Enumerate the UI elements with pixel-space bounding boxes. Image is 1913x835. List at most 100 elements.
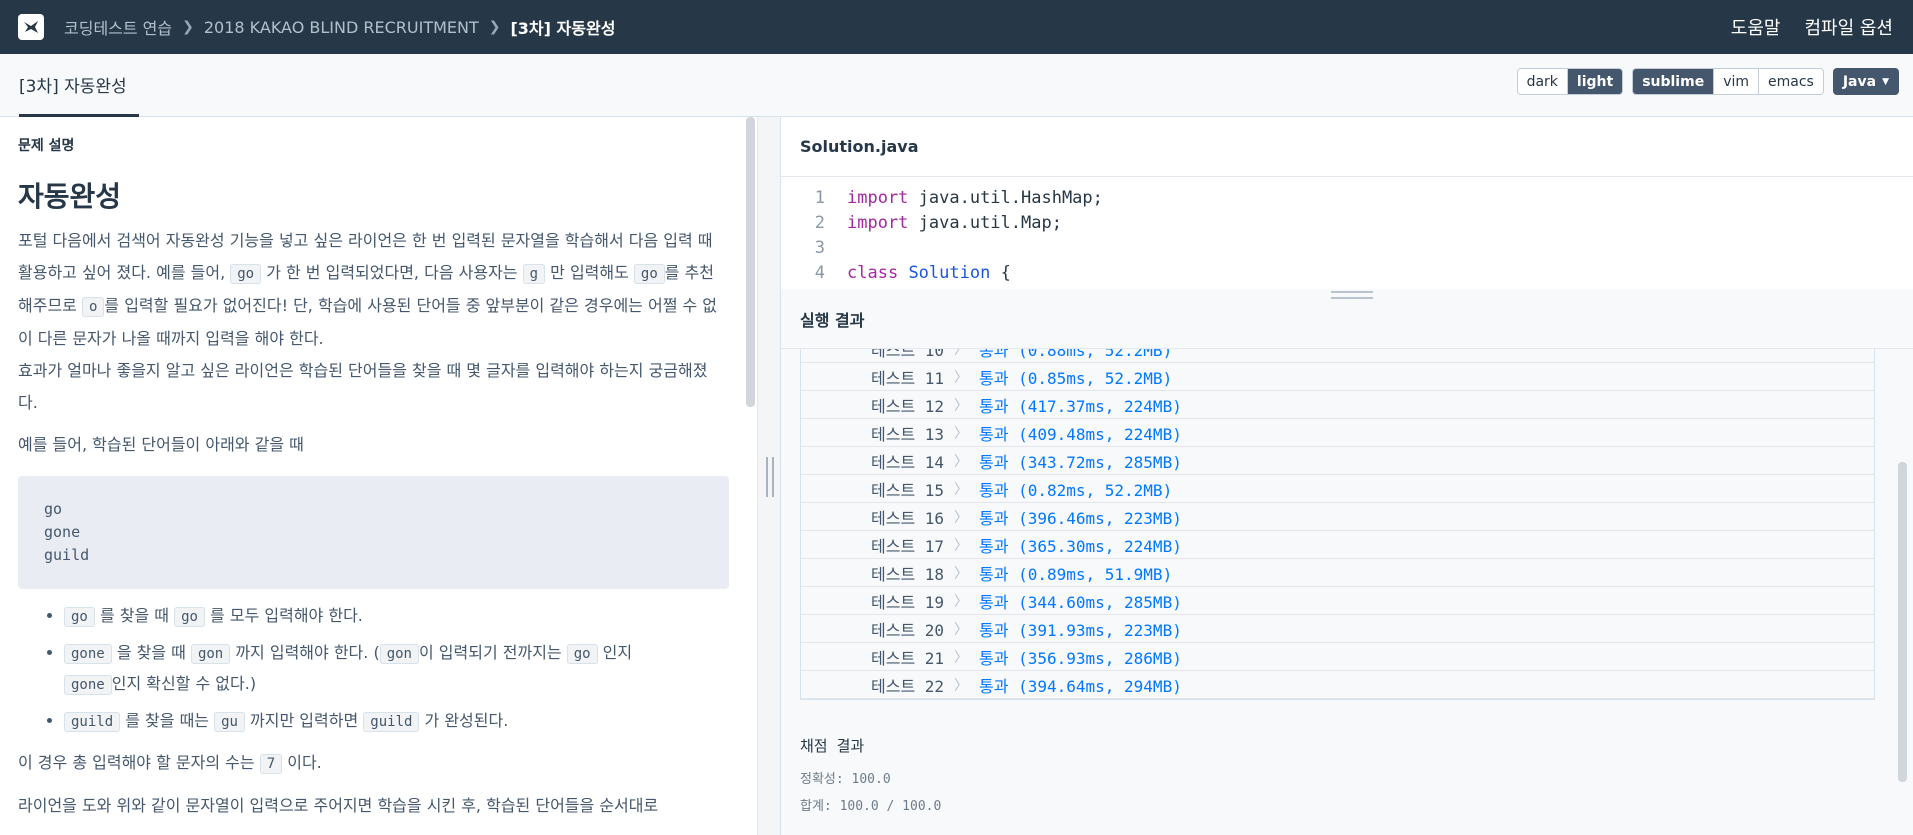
test-name: 테스트 19 [871,592,945,612]
problem-paragraph: 예를 들어, 학습된 단어들이 아래와 같을 때 [18,435,304,454]
keymap-emacs-button[interactable]: emacs [1759,69,1823,94]
inline-code: go [64,607,95,627]
text: 이다. [287,753,322,772]
chevron-right-icon: ❯ [182,19,194,35]
chevron-right-icon: 〉 [954,649,968,666]
example-words-block: go gone guild [18,476,729,589]
theme-dark-button[interactable]: dark [1517,69,1568,94]
score-summary: 채점 결과 정확성: 100.0 합계: 100.0 / 100.0 [800,735,941,814]
chevron-right-icon: 〉 [954,621,968,638]
code-rest: { [990,262,1011,283]
word-line: gone [44,523,81,541]
test-result-text: 통과 (409.48ms, 224MB) [979,424,1182,444]
inline-code: gon [379,644,419,664]
list-item: guild 를 찾을 때는 gu 까지만 입력하면 guild 가 완성된다. [64,706,720,737]
breadcrumb-item-practice[interactable]: 코딩테스트 연습 [64,15,172,39]
inline-code: gone [64,675,112,695]
test-result-text: 통과 (0.88ms, 52.2MB) [979,349,1173,360]
text: 까지 입력해야 한다. ( [230,643,380,662]
keymap-toggle: sublime vim emacs [1632,68,1824,95]
problem-paragraph: 포털 다음에서 검색어 자동완성 기능을 넣고 싶은 라이언은 한 번 입력된 … [18,225,720,419]
test-result-row: 테스트 21 〉 통과 (356.93ms, 286MB) [801,643,1874,671]
accuracy-score: 정확성: 100.0 [800,772,891,787]
line-number: 1 [814,187,825,208]
language-dropdown[interactable]: Java ▼ [1832,68,1899,95]
drag-handle-icon[interactable] [766,457,774,497]
test-result-text: 통과 (394.64ms, 294MB) [979,676,1182,696]
text: 만 입력해도 [545,263,634,282]
text: 이 경우 총 입력해야 할 문자의 수는 [18,753,260,772]
chevron-right-icon: 〉 [954,509,968,526]
keymap-vim-button[interactable]: vim [1714,69,1760,94]
chevron-right-icon: 〉 [954,593,968,610]
keymap-sublime-button[interactable]: sublime [1633,69,1715,94]
theme-light-button[interactable]: light [1567,69,1623,94]
code-line: 1 import java.util.HashMap; [781,185,1103,210]
panel-splitter[interactable] [757,117,781,835]
test-name: 테스트 10 [871,349,945,360]
code-line: 3 [781,235,825,260]
test-result-text: 통과 (365.30ms, 224MB) [979,536,1182,556]
text: 인지 [597,643,633,662]
text: 이 입력되기 전까지는 [418,643,567,662]
example-list: go 를 찾을 때 go 를 모두 입력해야 한다. gone 을 찾을 때 g… [64,601,720,737]
test-result-text: 통과 (356.93ms, 286MB) [979,648,1182,668]
test-result-text: 통과 (0.82ms, 52.2MB) [979,480,1173,500]
list-item: gone 을 찾을 때 gon 까지 입력해야 한다. (gon이 입력되기 전… [64,638,720,700]
test-result-row: 테스트 19 〉 통과 (344.60ms, 285MB) [801,587,1874,615]
test-name: 테스트 11 [871,368,945,388]
code-text: import java.util.HashMap; [847,188,1103,208]
resize-bar[interactable] [781,289,1913,299]
code-editor[interactable]: 1 import java.util.HashMap; 2 import jav… [781,177,1913,289]
programmers-logo-icon[interactable] [18,14,44,40]
text: 를 입력할 필요가 없어진다! 단, 학습에 사용된 단어들 중 앞부분이 같은… [18,296,718,348]
resize-handle-icon[interactable] [1331,291,1373,299]
result-scrollbar[interactable] [1898,462,1907,782]
test-result-row: 테스트 17 〉 통과 (365.30ms, 224MB) [801,531,1874,559]
inline-code: gone [64,644,112,664]
test-result-row: 테스트 10 〉 통과 (0.88ms, 52.2MB) [801,349,1874,363]
test-result-row: 테스트 18 〉 통과 (0.89ms, 51.9MB) [801,559,1874,587]
problem-paragraph: 이 경우 총 입력해야 할 문자의 수는 7 이다. [18,747,720,780]
text: 가 완성된다. [424,711,509,730]
text: 를 찾을 때는 [125,711,215,730]
test-result-row: 테스트 12 〉 통과 (417.37ms, 224MB) [801,391,1874,419]
word-line: go [44,500,63,518]
problem-scrollbar[interactable] [746,117,755,407]
breadcrumb: 코딩테스트 연습 ❯ 2018 KAKAO BLIND RECRUITMENT … [64,15,615,39]
theme-toggle: dark light [1516,68,1624,95]
test-result-row: 테스트 22 〉 통과 (394.64ms, 294MB) [801,671,1874,699]
line-number: 2 [814,212,825,233]
lesson-tab[interactable]: [3차] 자동완성 [19,54,139,117]
text: 를 모두 입력해야 한다. [210,606,363,625]
test-result-text: 통과 (417.37ms, 224MB) [979,396,1182,416]
test-result-text: 통과 (396.46ms, 223MB) [979,508,1182,528]
chevron-right-icon: 〉 [954,453,968,470]
editor-panel: Solution.java 1 import java.util.HashMap… [781,117,1913,835]
inline-code: guild [64,712,121,732]
chevron-right-icon: 〉 [954,425,968,442]
total-score: 합계: 100.0 / 100.0 [800,799,942,814]
test-name: 테스트 15 [871,480,945,500]
result-output: 테스트 10 〉 통과 (0.88ms, 52.2MB) 테스트 11 〉 통과 (0.8… [781,349,1913,835]
line-number: 4 [814,262,825,283]
test-result-row: 테스트 13 〉 통과 (409.48ms, 224MB) [801,419,1874,447]
test-result-row: 테스트 15 〉 통과 (0.82ms, 52.2MB) [801,475,1874,503]
inline-code: go [230,264,262,284]
help-link[interactable]: 도움말 [1731,14,1781,40]
test-name: 테스트 18 [871,564,945,584]
test-name: 테스트 12 [871,396,945,416]
compile-options-link[interactable]: 컴파일 옵션 [1804,14,1893,40]
breadcrumb-item-kakao[interactable]: 2018 KAKAO BLIND RECRUITMENT [204,18,479,37]
test-result-text: 통과 (0.89ms, 51.9MB) [979,564,1173,584]
class-name: Solution [908,262,991,283]
keyword: import [847,212,909,233]
chevron-right-icon: 〉 [954,349,968,358]
inline-code: go [174,607,205,627]
problem-panel: 문제 설명 자동완성 포털 다음에서 검색어 자동완성 기능을 넣고 싶은 라이… [0,117,757,835]
test-results-list: 테스트 10 〉 통과 (0.88ms, 52.2MB) 테스트 11 〉 통과 (0.8… [800,349,1875,700]
caret-down-icon: ▼ [1882,76,1889,87]
code-rest: java.util.Map; [908,212,1062,233]
test-result-text: 통과 (391.93ms, 223MB) [979,620,1182,640]
chevron-right-icon: 〉 [954,677,968,694]
